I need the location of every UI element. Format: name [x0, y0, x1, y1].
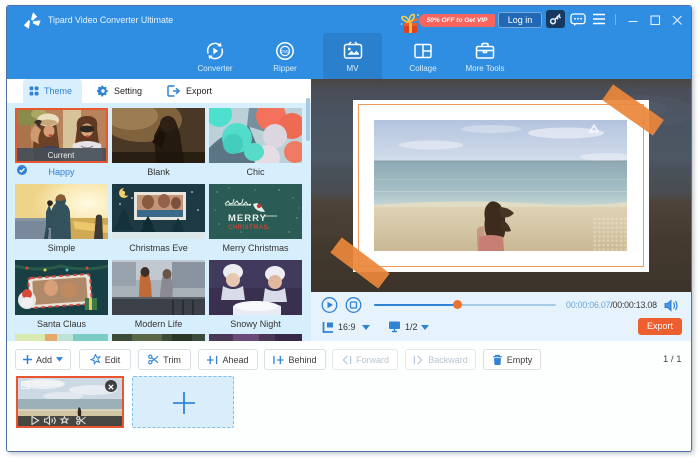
svg-text:MERRY: MERRY [228, 213, 267, 224]
svg-text:DVD: DVD [281, 49, 290, 54]
svg-text:CHRISTMAS: CHRISTMAS [228, 225, 268, 231]
svg-text:Current: Current [48, 151, 75, 160]
